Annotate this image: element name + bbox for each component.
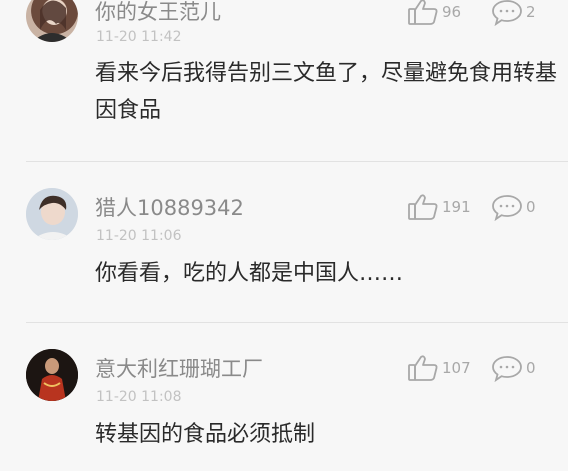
comment-bubble-icon [491, 354, 523, 382]
reply-button[interactable]: 0 [491, 354, 536, 382]
reply-button[interactable]: 0 [491, 193, 536, 221]
timestamp: 11-20 11:06 [96, 228, 182, 244]
username[interactable]: 意大利红珊瑚工厂 [95, 353, 263, 383]
like-count: 191 [442, 198, 471, 216]
reply-count: 2 [526, 3, 536, 21]
like-button[interactable]: 191 [407, 193, 471, 221]
thumbs-up-icon [407, 193, 439, 221]
comment-item: 意大利红珊瑚工厂 11-20 11:08 107 0 转基因的食品必须抵制 [0, 323, 568, 471]
comment-text: 看来今后我得告别三文鱼了，尽量避免食用转基因食品 [95, 61, 558, 123]
timestamp: 11-20 11:42 [96, 29, 182, 45]
reply-button[interactable]: 2 [491, 0, 536, 26]
like-count: 107 [442, 359, 471, 377]
comment-item: 你的女王范儿 11-20 11:42 96 2 看来今后我得告别三文鱼了，尽量避… [0, 0, 568, 158]
reply-count: 0 [526, 359, 536, 377]
comment-text: 转基因的食品必须抵制 [95, 422, 316, 447]
thumbs-up-icon [407, 354, 439, 382]
reply-count: 0 [526, 198, 536, 216]
comment-text: 你看看，吃的人都是中国人…… [95, 261, 404, 286]
comment-item: 猎人10889342 11-20 11:06 191 0 你看看，吃的人都是中国… [0, 162, 568, 322]
username[interactable]: 你的女王范儿 [95, 0, 221, 26]
timestamp: 11-20 11:08 [96, 389, 182, 405]
thumbs-up-icon [407, 0, 439, 26]
avatar[interactable] [26, 0, 78, 42]
avatar[interactable] [26, 349, 78, 401]
comment-bubble-icon [491, 193, 523, 221]
comment-bubble-icon [491, 0, 523, 26]
like-count: 96 [442, 3, 462, 21]
like-button[interactable]: 96 [407, 0, 461, 26]
username[interactable]: 猎人10889342 [95, 192, 244, 222]
like-button[interactable]: 107 [407, 354, 471, 382]
avatar[interactable] [26, 188, 78, 240]
